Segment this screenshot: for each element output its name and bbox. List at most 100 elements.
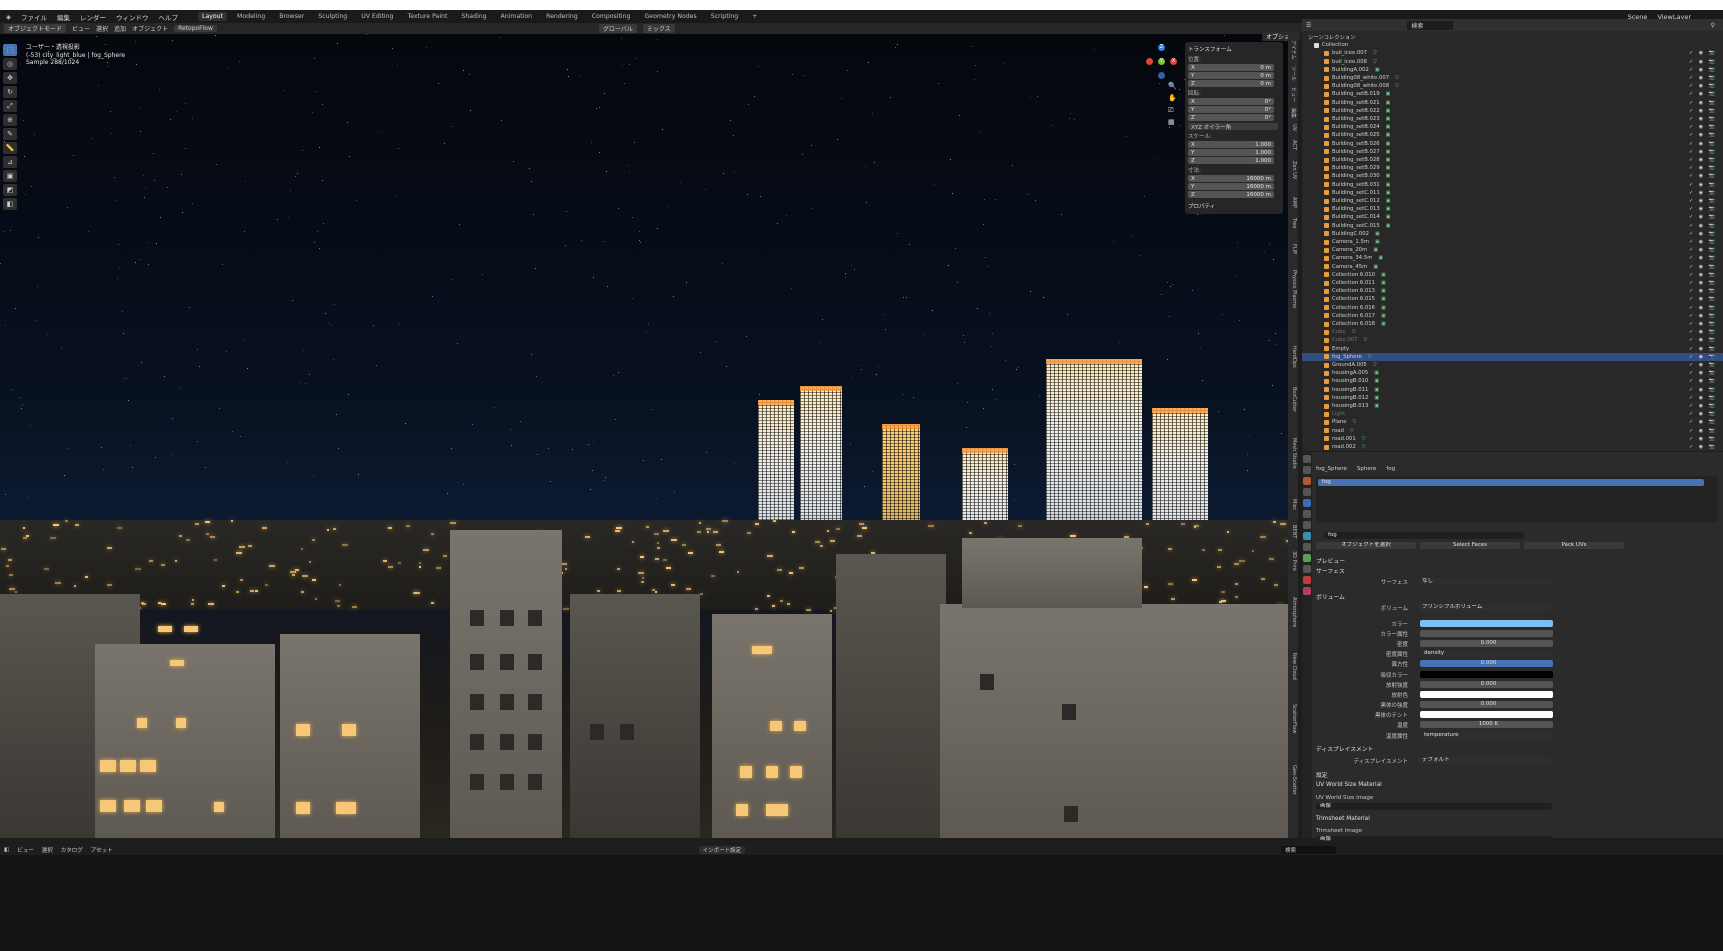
import-settings-dropdown[interactable]: インポート設定	[698, 846, 746, 854]
volume-field-input[interactable]: 1000 K	[1420, 721, 1553, 728]
section-trimsheet[interactable]: Trimsheet Material	[1316, 816, 1370, 822]
volume-field-input[interactable]: 0.000	[1420, 660, 1553, 667]
material-action-button[interactable]: Pack UVs	[1524, 542, 1624, 549]
filter-icon[interactable]: ⚲	[1711, 22, 1715, 29]
blender-logo-icon[interactable]: ◈	[4, 13, 13, 21]
outliner-item[interactable]: Empty ✓ ◉ 📷	[1302, 345, 1723, 353]
zoom-icon[interactable]: 🔍	[1168, 80, 1177, 92]
visibility-icons[interactable]: ✓ ◉ 📷	[1689, 239, 1717, 245]
outliner-item[interactable]: Building_setB.023 ▣ ✓ ◉ 📷	[1302, 115, 1723, 123]
visibility-icons[interactable]: ✓ ◉ 📷	[1689, 337, 1717, 343]
sidebar-tab[interactable]: Misc	[1291, 499, 1297, 510]
visibility-icons[interactable]: ✓ ◉ 📷	[1689, 132, 1717, 138]
grid-view-icon[interactable]: ▦	[1168, 116, 1177, 128]
outliner-item[interactable]: Building_setB.027 ▣ ✓ ◉ 📷	[1302, 148, 1723, 156]
visibility-icons[interactable]: ✓ ◉ 📷	[1689, 411, 1717, 417]
properties-tab-icon[interactable]	[1303, 455, 1311, 463]
visibility-icons[interactable]: ✓ ◉ 📷	[1689, 100, 1717, 106]
outliner-item[interactable]: Building_setC.013 ▣ ✓ ◉ 📷	[1302, 205, 1723, 213]
outliner-item[interactable]: Cube ▽ ✓ ◉ 📷	[1302, 328, 1723, 336]
rotation-y-field[interactable]: Y 0°	[1188, 106, 1274, 113]
data-badge-icon[interactable]: ▣	[1375, 231, 1380, 237]
visibility-icons[interactable]: ✓ ◉ 📷	[1689, 288, 1717, 294]
menu-file[interactable]: ファイル	[19, 12, 49, 22]
paint-icon[interactable]: ◩	[3, 184, 17, 196]
visibility-icons[interactable]: ✓ ◉ 📷	[1689, 313, 1717, 319]
cursor-icon[interactable]: ◎	[3, 58, 17, 70]
visibility-icons[interactable]: ✓ ◉ 📷	[1689, 149, 1717, 155]
outliner-item[interactable]: road ▽ ✓ ◉ 📷	[1302, 427, 1723, 435]
outliner-item[interactable]: Collection 6.011 ▣ ✓ ◉ 📷	[1302, 279, 1723, 287]
sidebar-tab[interactable]: Geo-Scatter	[1291, 765, 1297, 795]
properties-tab-icon[interactable]	[1303, 532, 1311, 540]
uv-world-image-field[interactable]: 画像	[1316, 803, 1552, 810]
data-badge-icon[interactable]: ▣	[1386, 198, 1391, 204]
camera-view-icon[interactable]: ⎚	[1168, 104, 1177, 116]
sidebar-tab[interactable]: Mesh Studio	[1291, 438, 1297, 469]
outliner-item[interactable]: Building_setB.031 ▣ ✓ ◉ 📷	[1302, 181, 1723, 189]
outliner-item[interactable]: Camera_1.5m ▣ ✓ ◉ 📷	[1302, 238, 1723, 246]
properties-tab-icon[interactable]	[1303, 576, 1311, 584]
data-badge-icon[interactable]: ▽	[1373, 362, 1377, 368]
snap-dropdown[interactable]: ミックス	[642, 24, 675, 33]
data-badge-icon[interactable]: ▣	[1381, 296, 1386, 302]
sidebar-tab[interactable]: BENT	[1291, 525, 1297, 538]
workspace-tab-geometry-nodes[interactable]: Geometry Nodes	[641, 12, 701, 21]
material-slot-item[interactable]: fog	[1318, 479, 1704, 486]
outliner-item[interactable]: Building_setB.030 ▣ ✓ ◉ 📷	[1302, 172, 1723, 180]
data-badge-icon[interactable]: ▣	[1381, 321, 1386, 327]
visibility-icons[interactable]: ✓ ◉ 📷	[1689, 141, 1717, 147]
visibility-icons[interactable]: ✓ ◉ 📷	[1689, 247, 1717, 253]
outliner-item[interactable]: BuildingA.002 ▣ ✓ ◉ 📷	[1302, 66, 1723, 74]
material-name-field[interactable]: fog	[1324, 532, 1524, 539]
data-badge-icon[interactable]: ▣	[1386, 100, 1391, 106]
outliner-item[interactable]: Building_setB.024 ▣ ✓ ◉ 📷	[1302, 123, 1723, 131]
data-badge-icon[interactable]: ▣	[1386, 91, 1391, 97]
properties-tab-icon[interactable]	[1303, 587, 1311, 595]
outliner-item[interactable]: Building_setB.026 ▣ ✓ ◉ 📷	[1302, 140, 1723, 148]
outliner-item[interactable]: Plane ▽ ✓ ◉ 📷	[1302, 418, 1723, 426]
visibility-icons[interactable]: ✓ ◉ 📷	[1689, 91, 1717, 97]
data-badge-icon[interactable]: ▽	[1353, 419, 1357, 425]
sidebar-tab[interactable]: BoxCutter	[1291, 387, 1297, 412]
outliner-item[interactable]: Building_setB.025 ▣ ✓ ◉ 📷	[1302, 131, 1723, 139]
location-x-field[interactable]: X 0 m	[1188, 64, 1274, 71]
outliner-item[interactable]: Cube.007 ▽ ✓ ◉ 📷	[1302, 336, 1723, 344]
properties-tab-icon[interactable]	[1303, 565, 1311, 573]
section-volume[interactable]: ボリューム	[1316, 592, 1345, 601]
outliner-item[interactable]: Building08_white.008 ▽ ✓ ◉ 📷	[1302, 82, 1723, 90]
properties-tab-icon[interactable]	[1303, 488, 1311, 496]
sidebar-tab[interactable]: UV	[1291, 124, 1297, 131]
outliner-item[interactable]: Building_setC.011 ▣ ✓ ◉ 📷	[1302, 189, 1723, 197]
visibility-icons[interactable]: ✓ ◉ 📷	[1689, 190, 1717, 196]
visibility-icons[interactable]: ✓ ◉ 📷	[1689, 108, 1717, 114]
volume-field-input[interactable]: 0.000	[1420, 701, 1553, 708]
y-axis-icon[interactable]: Y	[1158, 58, 1165, 65]
data-badge-icon[interactable]: ▽	[1350, 428, 1354, 434]
visibility-icons[interactable]: ✓ ◉ 📷	[1689, 296, 1717, 302]
visibility-icons[interactable]: ✓ ◉ 📷	[1689, 387, 1717, 393]
surface-shader-field[interactable]: なし	[1418, 578, 1552, 585]
data-badge-icon[interactable]: ▣	[1375, 239, 1380, 245]
properties-tab-icon[interactable]	[1303, 543, 1311, 551]
outliner-item[interactable]: Building_setB.019 ▣ ✓ ◉ 📷	[1302, 90, 1723, 98]
sidebar-tab[interactable]: ビュー	[1290, 87, 1297, 102]
move-icon[interactable]: ✥	[3, 72, 17, 84]
data-badge-icon[interactable]: ▣	[1386, 182, 1391, 188]
volume-field-input[interactable]	[1420, 691, 1553, 698]
outliner-item[interactable]: Collection 6.013 ▣ ✓ ◉ 📷	[1302, 287, 1723, 295]
outliner-item[interactable]: road.001 ▽ ✓ ◉ 📷	[1302, 435, 1723, 443]
visibility-icons[interactable]: ✓ ◉ 📷	[1689, 124, 1717, 130]
workspace-tab-sculpting[interactable]: Sculpting	[314, 12, 351, 21]
outliner-display-icon[interactable]: ☰	[1306, 22, 1311, 29]
visibility-icons[interactable]: ✓ ◉ 📷	[1689, 264, 1717, 270]
visibility-icons[interactable]: ✓ ◉ 📷	[1689, 75, 1717, 81]
outliner-item[interactable]: Building_setB.021 ▣ ✓ ◉ 📷	[1302, 99, 1723, 107]
sidebar-tab[interactable]: FLIP	[1291, 244, 1297, 254]
section-displacement[interactable]: ディスプレイスメント	[1316, 744, 1373, 753]
annotate-icon[interactable]: ✎	[3, 128, 17, 140]
menu-select[interactable]: 選択	[96, 24, 108, 33]
data-badge-icon[interactable]: ▽	[1395, 83, 1399, 89]
visibility-icons[interactable]: ✓ ◉ 📷	[1689, 83, 1717, 89]
data-badge-icon[interactable]: ▣	[1373, 247, 1378, 253]
